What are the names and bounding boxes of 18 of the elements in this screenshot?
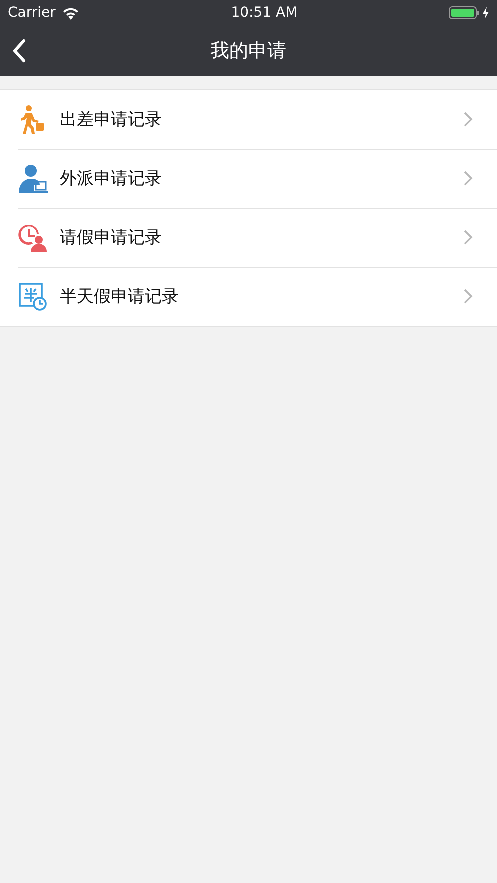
back-chevron-icon <box>12 39 26 63</box>
list-item[interactable]: 外派申请记录 <box>0 149 497 208</box>
battery-charging-icon <box>449 6 491 20</box>
wifi-icon <box>62 6 80 20</box>
calendar-clock-icon <box>18 282 48 312</box>
clock-time: 10:51 AM <box>231 5 298 21</box>
list-item[interactable]: 请假申请记录 <box>0 208 497 267</box>
page-title: 我的申请 <box>210 40 286 62</box>
chevron-right-icon <box>464 230 473 245</box>
carrier-label: Carrier <box>8 5 56 21</box>
chevron-right-icon <box>464 171 473 186</box>
person-laptop-icon <box>18 164 48 194</box>
chevron-right-icon <box>464 112 473 127</box>
chevron-right-icon <box>464 289 473 304</box>
list-item[interactable]: 出差申请记录 <box>0 90 497 149</box>
list-item[interactable]: 半天假申请记录 <box>0 267 497 326</box>
walking-person-icon <box>20 104 46 134</box>
clock-person-icon <box>18 222 48 252</box>
